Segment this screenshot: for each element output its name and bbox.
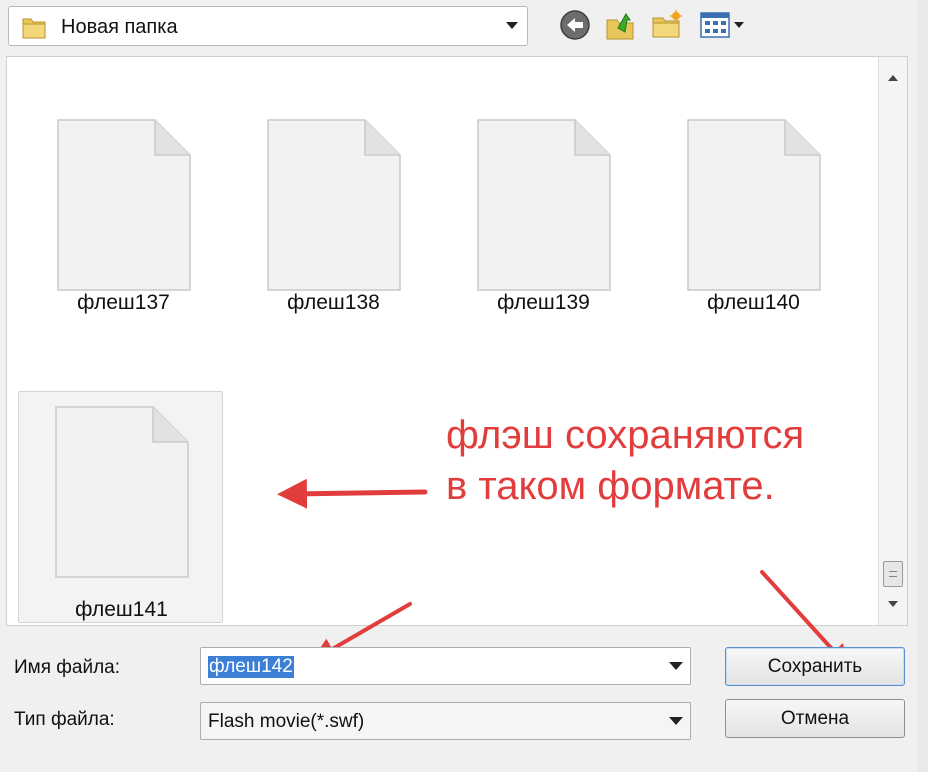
toolbar: Новая папка — [0, 0, 928, 56]
file-item[interactable]: флеш140 — [651, 101, 856, 333]
current-folder-name: Новая папка — [61, 16, 178, 38]
scrollbar-thumb[interactable] — [883, 561, 903, 587]
annotation-line-2: в таком формате. — [446, 464, 775, 508]
chevron-down-icon — [669, 717, 683, 725]
scroll-up-button[interactable] — [879, 57, 907, 89]
window-frame-edge — [918, 0, 928, 772]
up-folder-icon — [606, 13, 634, 40]
file-item[interactable]: флеш138 — [231, 101, 436, 333]
annotation-text: флэш сохраняются в таком формате. — [446, 410, 804, 512]
new-folder-icon — [652, 10, 682, 38]
back-button[interactable] — [558, 8, 592, 42]
file-name: флеш137 — [77, 291, 170, 314]
filename-input[interactable]: флеш142 — [200, 647, 691, 685]
filetype-label: Тип файла: — [14, 709, 115, 730]
file-item[interactable]: флеш139 — [441, 101, 646, 333]
document-icon — [477, 119, 611, 291]
view-menu-button[interactable] — [698, 8, 750, 42]
filename-dropdown-button[interactable] — [662, 648, 690, 684]
chevron-down-icon — [888, 601, 898, 607]
up-folder-button[interactable] — [604, 8, 638, 42]
chevron-down-icon — [506, 22, 518, 29]
file-item[interactable]: флеш137 — [21, 101, 226, 333]
file-name: флеш140 — [707, 291, 800, 314]
file-name: флеш138 — [287, 291, 380, 314]
chevron-up-icon — [888, 75, 898, 81]
annotation-line-1: флэш сохраняются — [446, 413, 805, 457]
save-button[interactable]: Сохранить — [725, 647, 905, 686]
filetype-value: Flash movie(*.swf) — [208, 711, 365, 732]
file-name: флеш141 — [75, 598, 168, 621]
document-icon — [687, 119, 821, 291]
filename-label: Имя файла: — [14, 657, 121, 678]
file-list-area[interactable]: флеш137 флеш138 флеш139 флеш140 флеш141 — [6, 56, 908, 626]
document-icon — [55, 406, 189, 578]
new-folder-button[interactable] — [650, 8, 684, 42]
document-icon — [57, 119, 191, 291]
chevron-down-icon — [669, 662, 683, 670]
document-icon — [267, 119, 401, 291]
filetype-dropdown-button[interactable] — [662, 703, 690, 739]
file-name: флеш139 — [497, 291, 590, 314]
filetype-select[interactable]: Flash movie(*.swf) — [200, 702, 691, 740]
cancel-button[interactable]: Отмена — [725, 699, 905, 738]
scroll-down-button[interactable] — [879, 593, 907, 625]
path-dropdown-button[interactable] — [497, 7, 527, 45]
folder-icon — [21, 14, 47, 40]
view-grid-icon — [700, 12, 744, 38]
vertical-scrollbar[interactable] — [878, 57, 907, 625]
folder-path-combobox[interactable]: Новая папка — [8, 6, 528, 46]
file-item-selected[interactable]: флеш141 — [18, 391, 223, 623]
filename-value[interactable]: флеш142 — [208, 656, 294, 678]
back-arrow-icon — [560, 10, 590, 40]
